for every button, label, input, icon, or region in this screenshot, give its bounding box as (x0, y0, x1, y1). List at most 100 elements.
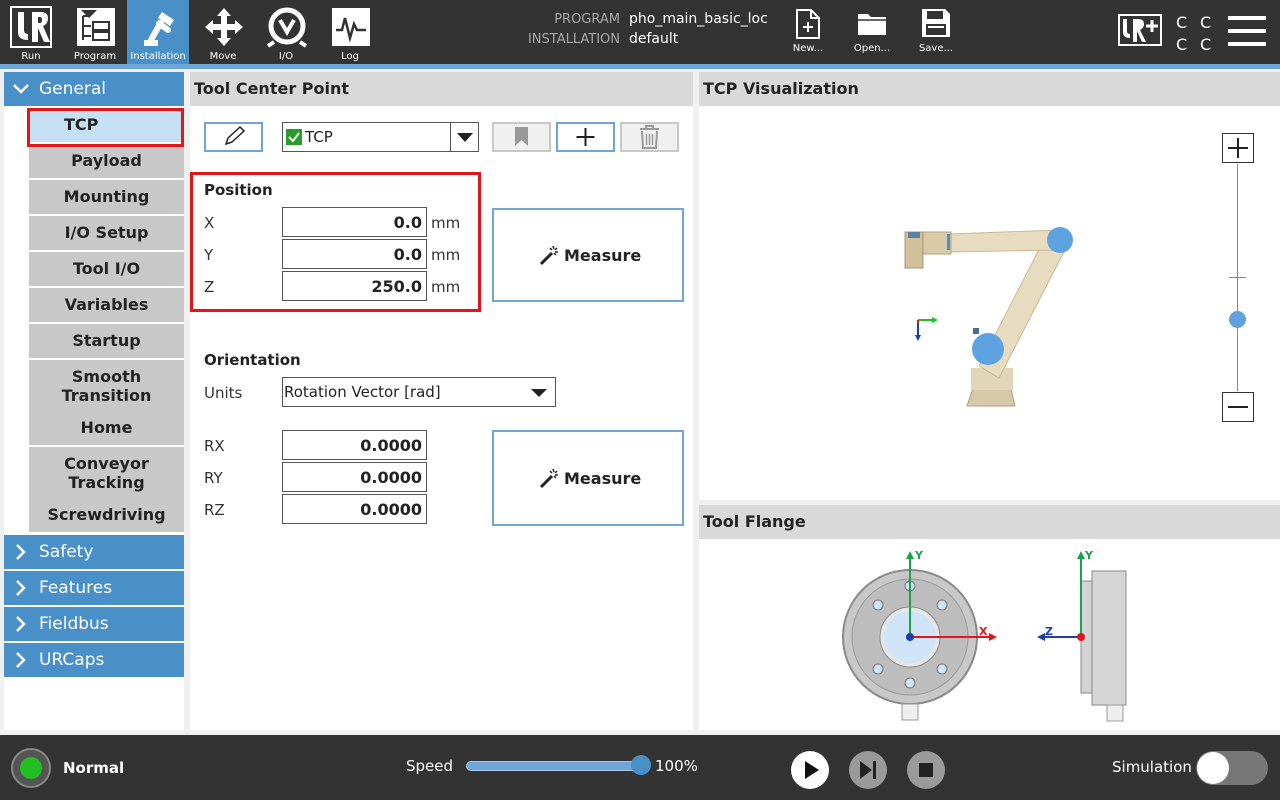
sidebar-item-mounting[interactable]: Mounting (29, 180, 184, 214)
chevron-right-icon (16, 652, 26, 668)
nav-run-button[interactable]: Run (0, 0, 62, 64)
tcp-panel-header: Tool Center Point (190, 72, 693, 106)
measure-label: Measure (564, 245, 642, 265)
flange-front-x-label: X (979, 625, 988, 638)
nav-io-button[interactable]: I/O (255, 0, 317, 64)
sidebar-item-label: Screwdriving (47, 505, 166, 524)
nav-log-button[interactable]: Log (319, 0, 381, 64)
chevron-down-icon (450, 123, 478, 151)
check-icon (286, 129, 302, 145)
y-input[interactable]: 0.0 (282, 239, 427, 269)
chevron-right-icon (16, 616, 26, 632)
open-file-button[interactable]: Open... (842, 0, 902, 64)
program-icon (77, 8, 115, 46)
save-file-button[interactable]: Save... (906, 0, 966, 64)
sidebar-section-general[interactable]: General (4, 72, 184, 106)
new-file-icon (796, 9, 820, 39)
sidebar-item-startup[interactable]: Startup (29, 324, 184, 358)
rx-label: RX (204, 437, 225, 455)
sidebar-section-urcaps[interactable]: URCaps (4, 643, 184, 677)
ry-input[interactable]: 0.0000 (282, 462, 427, 492)
status-indicator (20, 757, 42, 779)
nav-log-label: Log (341, 51, 359, 62)
open-file-label: Open... (853, 43, 891, 54)
set-default-tcp-button[interactable] (492, 122, 551, 152)
zoom-in-button[interactable] (1222, 133, 1254, 163)
urplus-logo-icon[interactable] (1118, 14, 1162, 46)
header-divider (0, 64, 1280, 69)
chevron-right-icon (16, 580, 26, 596)
sidebar-item-label: Mounting (63, 187, 150, 206)
units-dropdown[interactable]: Rotation Vector [rad] (282, 377, 556, 407)
sidebar-item-conveyor-tracking[interactable]: Conveyor Tracking (29, 447, 184, 498)
measure-position-button[interactable]: Measure (492, 208, 684, 302)
position-heading: Position (204, 181, 273, 199)
top-bar: Run Program Installation Move I/O Log PR… (0, 0, 1280, 64)
svg-text:C: C (1200, 35, 1216, 54)
play-button[interactable] (791, 751, 829, 789)
sidebar-section-features[interactable]: Features (4, 571, 184, 605)
program-label: PROGRAM (554, 12, 620, 27)
panel-title: TCP Visualization (703, 79, 859, 98)
magic-wand-icon (539, 468, 558, 489)
nav-move-label: Move (209, 51, 237, 62)
save-icon (922, 9, 950, 37)
sidebar-item-payload[interactable]: Payload (29, 144, 184, 178)
zoom-slider-tick (1229, 277, 1246, 278)
pencil-icon (224, 125, 246, 146)
chevron-down-icon (531, 389, 547, 397)
nav-installation-button[interactable]: Installation (127, 0, 189, 64)
x-unit: mm (431, 214, 461, 232)
sidebar-item-tool-io[interactable]: Tool I/O (29, 252, 184, 286)
sidebar-section-safety[interactable]: Safety (4, 535, 184, 569)
simulation-toggle[interactable] (1196, 751, 1268, 785)
add-tcp-button[interactable] (556, 122, 615, 152)
sidebar-item-home[interactable]: Home (29, 411, 184, 445)
rx-input[interactable]: 0.0000 (282, 430, 427, 460)
tcp-dropdown[interactable]: TCP (282, 122, 479, 152)
tcp-visualization-panel: TCP Visualization (699, 72, 1280, 500)
cc-indicator[interactable]: C C C C (1176, 10, 1216, 56)
rz-input[interactable]: 0.0000 (282, 494, 427, 524)
z-input[interactable]: 250.0 (282, 271, 427, 301)
speed-slider-track[interactable] (466, 761, 650, 771)
sidebar-item-label: Tool I/O (72, 259, 141, 278)
speed-slider-knob[interactable] (631, 755, 651, 775)
sidebar-item-label: Conveyor Tracking (64, 454, 149, 492)
program-name: pho_main_basic_loc (629, 11, 768, 27)
tcp-highlight-box (27, 108, 184, 147)
sidebar-item-io-setup[interactable]: I/O Setup (29, 216, 184, 250)
sidebar-item-smooth-transition[interactable]: Smooth Transition (29, 360, 184, 412)
sidebar-section-label: General (39, 79, 106, 99)
nav-move-button[interactable]: Move (192, 0, 254, 64)
sidebar-section-fieldbus[interactable]: Fieldbus (4, 607, 184, 641)
measure-orientation-button[interactable]: Measure (492, 430, 684, 526)
hamburger-menu-icon[interactable] (1228, 14, 1266, 48)
zoom-slider-knob[interactable] (1229, 311, 1246, 328)
delete-tcp-button[interactable] (620, 122, 679, 152)
bottom-bar: Normal Speed 100% Simulation (0, 735, 1280, 800)
installation-sidebar: General TCP Payload Mounting I/O Setup T… (4, 72, 184, 730)
sidebar-section-label: Safety (39, 542, 94, 562)
x-input[interactable]: 0.0 (282, 207, 427, 237)
sidebar-item-label: I/O Setup (64, 223, 149, 242)
sidebar-item-screwdriving[interactable]: Screwdriving (29, 498, 184, 532)
rename-tcp-button[interactable] (204, 122, 263, 152)
nav-program-button[interactable]: Program (64, 0, 126, 64)
tool-flange-diagram: Y X Y Z (842, 549, 1127, 722)
units-label: Units (204, 384, 243, 402)
robot-status-button[interactable] (11, 748, 51, 788)
flange-side-z-label: Z (1045, 625, 1053, 638)
stop-icon (919, 763, 933, 777)
stop-button[interactable] (907, 751, 945, 789)
sidebar-item-label: Smooth Transition (61, 367, 152, 405)
zoom-out-button[interactable] (1222, 392, 1254, 422)
step-button[interactable] (849, 751, 887, 789)
robot-status-text: Normal (63, 759, 125, 777)
sidebar-item-variables[interactable]: Variables (29, 288, 184, 322)
new-file-button[interactable]: New... (778, 0, 838, 64)
panel-title: Tool Center Point (194, 79, 350, 98)
robot-3d-view[interactable] (699, 106, 1280, 500)
speed-label: Speed (406, 757, 454, 775)
z-unit: mm (431, 278, 461, 296)
